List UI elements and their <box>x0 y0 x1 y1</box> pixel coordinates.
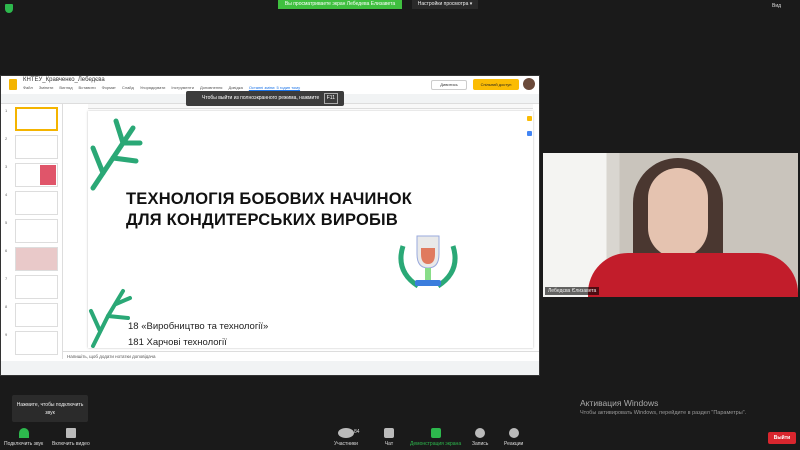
slide-thumbnail[interactable] <box>15 163 58 187</box>
menu-insert[interactable]: Вставити <box>79 85 96 90</box>
join-audio-button[interactable]: Подключить звук <box>4 428 43 447</box>
participants-icon <box>337 428 354 438</box>
menu-slide[interactable]: Слайд <box>122 85 134 90</box>
start-video-label: Включить видео <box>52 441 90 447</box>
slide-thumbnail[interactable] <box>15 331 58 355</box>
slide-thumbnail[interactable] <box>15 135 58 159</box>
chat-label: Чат <box>384 441 394 447</box>
menu-edit[interactable]: Змінити <box>39 85 54 90</box>
share-screen-label: Демонстрация экрана <box>410 441 462 447</box>
menu-format[interactable]: Формат <box>102 85 116 90</box>
slide-subtitle: 18 «Виробництво та технології» <box>128 321 269 332</box>
keep-icon[interactable] <box>527 116 532 121</box>
participant-video[interactable]: Лебедєва Єлизавета <box>543 153 798 297</box>
present-button[interactable]: Дивитись <box>431 80 467 90</box>
slide-thumbnail[interactable] <box>15 191 58 215</box>
view-button[interactable]: Вид <box>772 3 781 9</box>
view-options-button[interactable]: Настройки просмотра ▾ <box>412 0 478 9</box>
view-switcher-bar[interactable] <box>1 361 539 375</box>
speaker-notes-field[interactable]: Напишіть, щоб додати нотатки доповідача <box>63 351 539 361</box>
share-screen-icon <box>430 428 441 438</box>
slide-canvas[interactable]: ТЕХНОЛОГІЯ БОБОВИХ НАЧИНОК ДЛЯ КОНДИТЕРС… <box>88 111 533 348</box>
menu-arrange[interactable]: Упорядкувати <box>140 85 166 90</box>
slide-thumbnail[interactable] <box>15 303 58 327</box>
record-button[interactable]: Запись <box>472 428 488 447</box>
slide-subtitle: 181 Харчові технології <box>128 337 227 348</box>
menu-bar: Файл Змінити Вигляд Вставити Формат Слай… <box>23 85 300 90</box>
slide-number: 4 <box>5 192 8 197</box>
reactions-label: Реакции <box>504 441 524 447</box>
share-button[interactable]: Спільний доступ <box>473 79 519 90</box>
participants-count: 84 <box>354 429 360 435</box>
slide-thumbnail[interactable] <box>15 247 58 271</box>
menu-file[interactable]: Файл <box>23 85 33 90</box>
participant-face <box>648 168 708 258</box>
fullscreen-exit-tip: Чтобы выйти из полноэкранного режима, на… <box>186 91 344 106</box>
slide-thumbnail[interactable] <box>15 107 58 131</box>
participant-name: Лебедєва Єлизавета <box>545 287 600 295</box>
slide-thumbnail[interactable] <box>15 219 58 243</box>
share-screen-button[interactable]: Демонстрация экрана <box>410 428 461 447</box>
f11-key: F11 <box>323 93 338 104</box>
slide-thumbnail[interactable] <box>15 275 58 299</box>
record-label: Запись <box>472 441 489 447</box>
viewing-screen-banner: Вы просматриваете экран Лебедева Елизаве… <box>278 0 402 9</box>
start-video-button[interactable]: Включить видео <box>52 428 90 447</box>
slide-number: 9 <box>5 332 8 337</box>
slide-number: 8 <box>5 304 8 309</box>
chat-icon <box>384 428 394 438</box>
video-off-icon <box>65 428 76 438</box>
coral-decoration-icon <box>90 118 143 191</box>
document-title[interactable]: КНТЕУ_Кравченко_Лебедєва <box>23 77 105 83</box>
side-panel-icons <box>527 116 537 146</box>
menu-view[interactable]: Вигляд <box>59 85 72 90</box>
windows-activation-text: Чтобы активировать Windows, перейдите в … <box>580 410 747 416</box>
slide-number: 7 <box>5 276 8 281</box>
slide-title-line1: ТЕХНОЛОГІЯ БОБОВИХ НАЧИНОК <box>126 190 413 208</box>
leave-button[interactable]: Выйти <box>768 432 796 444</box>
goblet-laurel-icon <box>398 235 458 289</box>
fullscreen-tip-text: Чтобы выйти из полноэкранного режима, на… <box>202 95 320 101</box>
participants-label: Участники <box>334 441 358 447</box>
reactions-icon <box>508 428 519 438</box>
chat-button[interactable]: Чат <box>384 428 394 447</box>
user-avatar[interactable] <box>523 78 535 90</box>
record-icon <box>475 428 486 438</box>
slide-thumbnails[interactable]: 1 2 3 4 5 6 7 8 9 <box>1 104 63 359</box>
slide-number: 6 <box>5 248 8 253</box>
tasks-icon[interactable] <box>527 131 532 136</box>
slide-number: 3 <box>5 164 8 169</box>
last-edit-link[interactable]: Останні зміни: 5 годин тому <box>249 85 300 90</box>
headphones-icon <box>18 428 29 438</box>
join-audio-tooltip: Нажмите, чтобы подключить звук <box>12 395 88 422</box>
menu-tools[interactable]: Інструменти <box>171 85 194 90</box>
windows-activation-title: Активация Windows <box>580 398 659 408</box>
slide-number: 2 <box>5 136 8 141</box>
slide-number: 5 <box>5 220 8 225</box>
reactions-button[interactable]: Реакции <box>504 428 523 447</box>
participant-sweater <box>588 253 798 297</box>
slide-title-line2: ДЛЯ КОНДИТЕРСЬКИХ ВИРОБІВ <box>126 211 398 229</box>
join-audio-label: Подключить звук <box>4 441 44 447</box>
slides-logo-icon[interactable] <box>9 79 17 90</box>
menu-help[interactable]: Довідка <box>228 85 242 90</box>
slide-title: ТЕХНОЛОГІЯ БОБОВИХ НАЧИНОК ДЛЯ КОНДИТЕРС… <box>126 189 412 231</box>
security-shield-icon[interactable] <box>5 4 13 13</box>
menu-addons[interactable]: Доповнення <box>200 85 223 90</box>
slide-number: 1 <box>5 108 8 113</box>
shared-screen: КНТЕУ_Кравченко_Лебедєва Файл Змінити Ви… <box>0 75 540 376</box>
